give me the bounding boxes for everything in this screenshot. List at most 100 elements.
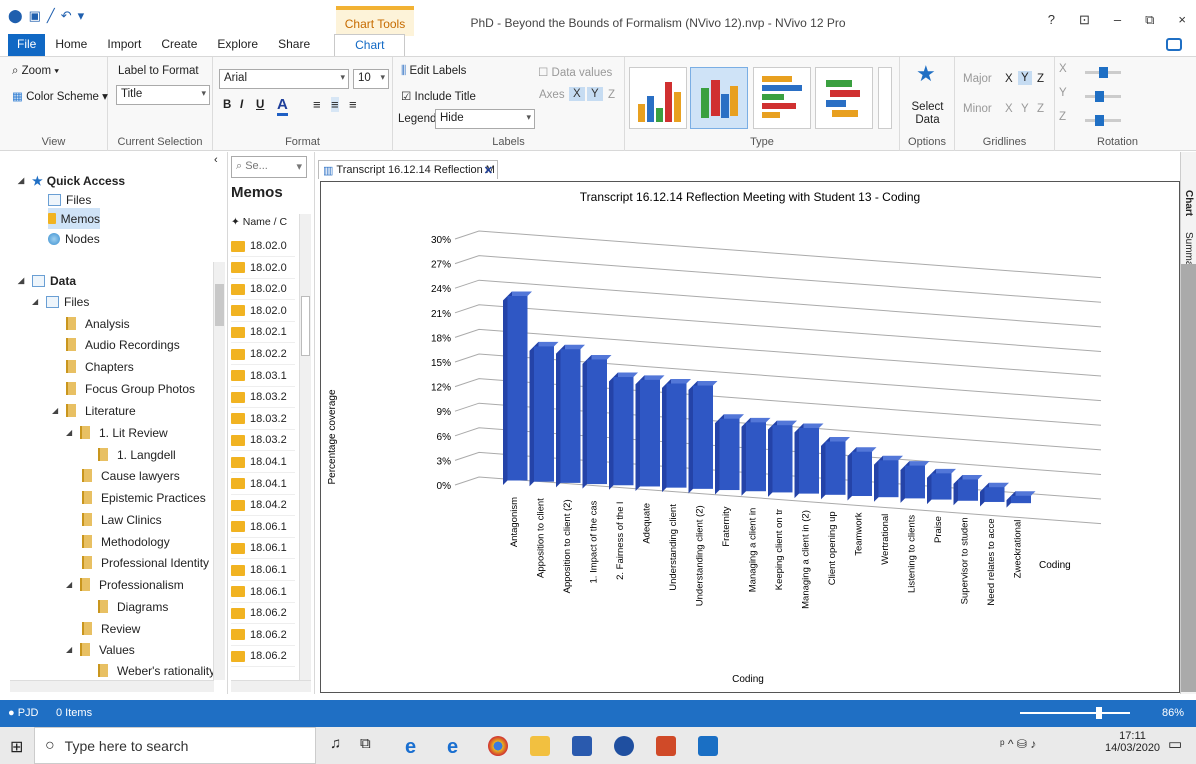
- chart-type-bar-thumbnail[interactable]: [753, 67, 811, 129]
- side-tab-chart[interactable]: Chart: [1183, 190, 1194, 216]
- memo-row[interactable]: 18.02.0: [231, 258, 295, 279]
- chart-type-3d-bar-thumbnail[interactable]: [815, 67, 873, 129]
- rotation-z-slider[interactable]: [1085, 115, 1121, 126]
- tree-item-chapters[interactable]: Chapters: [66, 356, 134, 377]
- tree-files[interactable]: ◢ Files: [32, 291, 89, 312]
- major-x-toggle[interactable]: X: [1005, 73, 1013, 85]
- tree-item-lit-review[interactable]: ◢ 1. Lit Review: [66, 422, 168, 443]
- tree-item-focus-group-photos[interactable]: Focus Group Photos: [66, 378, 195, 399]
- align-right-icon[interactable]: ≡: [349, 97, 357, 112]
- tree-item-langdell[interactable]: 1. Langdell: [98, 444, 176, 465]
- memo-row[interactable]: 18.02.2: [231, 344, 295, 365]
- tree-item-diagrams[interactable]: Diagrams: [98, 596, 168, 617]
- memo-row[interactable]: 18.06.1: [231, 582, 295, 603]
- legend-select[interactable]: Hide: [435, 109, 535, 129]
- minor-y-toggle[interactable]: Y: [1021, 103, 1029, 115]
- tab-chart[interactable]: Chart: [334, 34, 406, 56]
- data-values-checkbox[interactable]: ☐ Data values: [538, 65, 612, 79]
- search-dropdown-icon[interactable]: ▾: [296, 160, 302, 173]
- data-header[interactable]: ◢ Data: [18, 270, 76, 291]
- name-column-header[interactable]: Name: [243, 216, 271, 228]
- tree-item-webers-rationality[interactable]: Weber's rationality: [98, 660, 215, 681]
- file-explorer-icon[interactable]: [530, 736, 550, 756]
- outlook-icon[interactable]: [698, 736, 718, 756]
- c-column-header[interactable]: C: [280, 216, 288, 228]
- memo-row[interactable]: 18.06.1: [231, 560, 295, 581]
- tree-item-law-clinics[interactable]: Law Clinics: [82, 509, 162, 530]
- help-button[interactable]: ?: [1048, 12, 1055, 28]
- quick-access-header[interactable]: ◢ ★ Quick Access: [18, 170, 125, 191]
- memo-row[interactable]: 18.02.1: [231, 322, 295, 344]
- document-tab[interactable]: ▥ Transcript 16.12.14 Reflection M ✕: [318, 160, 498, 179]
- zoom-slider[interactable]: [1020, 707, 1130, 719]
- chart-type-3d-column-thumbnail[interactable]: [690, 67, 748, 129]
- color-scheme-button[interactable]: ▦ Color Scheme ▾: [12, 89, 108, 103]
- chart-type-gallery-scroll[interactable]: [878, 67, 892, 129]
- clock[interactable]: 17:11 14/03/2020: [1105, 730, 1160, 754]
- system-tray-icons[interactable]: ᵖ ^ ⛁ ♪: [1000, 737, 1036, 751]
- memos-hscrollbar[interactable]: [231, 680, 311, 692]
- quick-access-nodes[interactable]: Nodes: [48, 228, 100, 249]
- label-to-format-select[interactable]: Title: [116, 85, 210, 105]
- major-z-toggle[interactable]: Z: [1037, 73, 1044, 85]
- tab-import[interactable]: Import: [97, 34, 151, 56]
- ie-icon[interactable]: e: [405, 736, 425, 758]
- memo-row[interactable]: 18.02.0: [231, 279, 295, 301]
- font-select[interactable]: Arial: [219, 69, 349, 89]
- memo-row[interactable]: 18.04.1: [231, 452, 295, 473]
- memo-row[interactable]: 18.06.1: [231, 517, 295, 538]
- minimize-button[interactable]: –: [1114, 12, 1121, 28]
- nav-scrollbar[interactable]: [213, 262, 225, 680]
- memo-row[interactable]: 18.06.2: [231, 625, 295, 646]
- bold-button[interactable]: B: [223, 99, 231, 111]
- memo-row[interactable]: 18.03.1: [231, 366, 295, 387]
- tree-item-values[interactable]: ◢ Values: [66, 639, 135, 660]
- ribbon-display-button[interactable]: ⊡: [1079, 12, 1090, 28]
- notifications-icon[interactable]: ▭: [1168, 735, 1182, 753]
- tree-item-professionalism[interactable]: ◢ Professionalism: [66, 574, 184, 595]
- memo-row[interactable]: 18.06.2: [231, 603, 295, 625]
- word-icon[interactable]: [572, 736, 592, 756]
- rotation-x-slider[interactable]: [1085, 67, 1121, 78]
- major-y-toggle[interactable]: Y: [1018, 71, 1032, 85]
- tree-item-literature[interactable]: ◢ Literature: [52, 400, 136, 421]
- axis-y-toggle[interactable]: Y: [587, 87, 603, 101]
- axis-z-toggle[interactable]: Z: [608, 89, 615, 101]
- tree-item-methodology[interactable]: Methodology: [82, 531, 170, 552]
- tree-item-analysis[interactable]: Analysis: [66, 313, 130, 334]
- tree-item-epistemic-practices[interactable]: Epistemic Practices: [82, 487, 206, 508]
- nav-hscrollbar[interactable]: [10, 680, 214, 692]
- tab-create[interactable]: Create: [151, 34, 207, 56]
- underline-button[interactable]: U: [256, 99, 264, 111]
- tree-item-review[interactable]: Review: [82, 618, 140, 639]
- collapse-pane-icon[interactable]: ‹: [214, 154, 218, 166]
- memo-row[interactable]: 18.03.2: [231, 387, 295, 409]
- taskbar-search-box[interactable]: ○ Type here to search: [34, 727, 316, 764]
- memo-row[interactable]: 18.06.1: [231, 538, 295, 560]
- zoom-button[interactable]: ⌕ Zoom ▾: [12, 65, 59, 78]
- rotation-y-slider[interactable]: [1085, 91, 1121, 102]
- edit-labels-button[interactable]: ⫼ Edit Labels: [401, 65, 466, 78]
- font-color-button[interactable]: A: [277, 96, 288, 116]
- quick-access-memos[interactable]: Memos: [48, 208, 100, 229]
- chrome-icon[interactable]: [488, 736, 508, 756]
- italic-button[interactable]: I: [240, 99, 243, 111]
- memo-row[interactable]: 18.03.2: [231, 430, 295, 452]
- select-data-button[interactable]: Select Data: [900, 101, 955, 127]
- align-center-icon[interactable]: ≡: [331, 97, 339, 112]
- memo-row[interactable]: 18.02.0: [231, 236, 295, 257]
- include-title-checkbox[interactable]: ☑ Include Title: [401, 89, 476, 103]
- memos-search-box[interactable]: ⌕ Se... ▾: [231, 156, 307, 178]
- close-button[interactable]: ×: [1178, 12, 1186, 28]
- chart-type-column-thumbnail[interactable]: [629, 67, 687, 129]
- comment-icon[interactable]: [1166, 38, 1182, 51]
- tab-home[interactable]: Home: [45, 34, 97, 56]
- tree-item-professional-identity[interactable]: Professional Identity: [82, 552, 209, 573]
- microphone-icon[interactable]: ♫: [330, 735, 341, 752]
- powerpoint-icon[interactable]: [656, 736, 676, 756]
- minor-x-toggle[interactable]: X: [1005, 103, 1013, 115]
- restore-button[interactable]: ⧉: [1145, 12, 1154, 28]
- memos-scrollbar[interactable]: [299, 214, 311, 680]
- tab-share[interactable]: Share: [268, 34, 320, 56]
- align-left-icon[interactable]: ≡: [313, 97, 321, 112]
